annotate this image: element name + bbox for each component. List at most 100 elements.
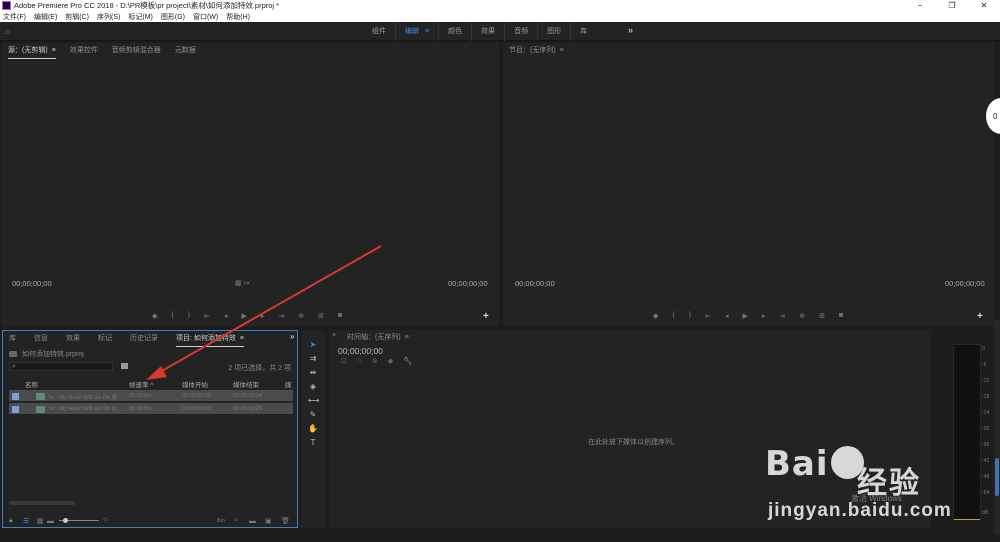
menu-edit[interactable]: 编辑(E) [34, 12, 57, 22]
workspace-editing[interactable]: 编辑 ≡ [395, 22, 438, 41]
new-bin-icon[interactable]: ▬ [249, 518, 256, 525]
sort-icon[interactable]: ⟐ [103, 517, 109, 525]
close-icon[interactable]: × [332, 332, 336, 339]
tab-program[interactable]: 节目：(无序列) ≡ [509, 45, 564, 55]
hand-tool-icon[interactable]: ✋ [308, 424, 318, 434]
tab-timeline[interactable]: 时间轴：(无序列) ≡ [347, 332, 409, 342]
wrench-icon[interactable]: 🔧︎ [403, 357, 412, 365]
lift-icon[interactable]: ⊕ [799, 312, 805, 320]
zoom-slider-handle[interactable] [63, 518, 68, 523]
tab-audio-clip-mixer[interactable]: 音频剪辑混合器 [112, 45, 161, 55]
search-icon[interactable]: ⌕ [234, 517, 238, 525]
menu-icon[interactable]: ≡ [52, 47, 56, 54]
tab-markers[interactable]: 标记 [98, 333, 112, 343]
menu-file[interactable]: 文件(F) [3, 12, 26, 22]
column-media-start[interactable]: 媒体开始 [182, 379, 208, 389]
linked-selection-icon[interactable]: ⊗ [372, 357, 378, 365]
workspace-assembly[interactable]: 组件 [363, 22, 395, 41]
new-item-icon[interactable]: ▣ [265, 517, 272, 525]
workspace-audio[interactable]: 音频 [504, 22, 537, 41]
go-to-in-icon[interactable]: ⇤ [705, 312, 711, 320]
overwrite-icon[interactable]: ⊞ [318, 312, 324, 320]
menu-icon[interactable]: ≡ [560, 47, 564, 54]
menu-marker[interactable]: 标记(M) [128, 12, 153, 22]
menu-clip[interactable]: 剪辑(C) [65, 12, 89, 22]
project-row[interactable]: hc - My Heart Will Go On 原 25.00 fps 00:… [9, 390, 293, 401]
column-frame-rate[interactable]: 帧速率 ^ [129, 379, 153, 389]
right-scrollbar-thumb[interactable] [995, 458, 999, 496]
mark-in-icon[interactable]: { [171, 312, 173, 320]
close-button[interactable]: ✕ [968, 0, 1000, 11]
program-timecode-left[interactable]: 00;00;00;00 [515, 279, 555, 288]
row-label-color[interactable] [12, 393, 19, 400]
slip-tool-icon[interactable]: ⟷ [308, 396, 319, 406]
tab-project[interactable]: 项目: 如何添加特效 ≡ [176, 333, 244, 347]
source-timecode-left[interactable]: 00;00;00;00 [12, 279, 52, 288]
tab-info[interactable]: 信息 [34, 333, 48, 343]
timeline-timecode[interactable]: 00;00;00;00 [338, 346, 383, 356]
marker-icon[interactable]: ◆ [152, 312, 157, 320]
mark-out-icon[interactable]: } [188, 312, 190, 320]
tab-effect-controls[interactable]: 效果控件 [70, 45, 98, 55]
minimize-button[interactable]: − [904, 0, 936, 11]
tab-source[interactable]: 源：(无剪辑) ≡ [8, 45, 56, 59]
extract-icon[interactable]: ⊞ [819, 312, 825, 320]
right-scrollbar[interactable] [994, 320, 1000, 535]
track-select-tool-icon[interactable]: ⇉ [308, 354, 318, 364]
tab-history[interactable]: 历史记录 [130, 333, 158, 343]
workspace-graphics[interactable]: 图形 [537, 22, 570, 41]
play-icon[interactable]: ▶ [241, 312, 246, 320]
go-to-out-icon[interactable]: ⇥ [779, 312, 785, 320]
workspace-libraries[interactable]: 库 [570, 22, 596, 41]
step-forward-icon[interactable]: ▸ [762, 312, 766, 320]
lock-icon[interactable]: 🔒︎ [9, 517, 13, 525]
project-row[interactable]: hc - My Heart Will Go On (p 30.00 fps 00… [9, 403, 293, 414]
razor-tool-icon[interactable]: ◈ [308, 382, 318, 392]
program-add-button[interactable]: + [977, 311, 983, 322]
export-frame-icon[interactable]: ◙ [839, 312, 843, 320]
source-add-button[interactable]: + [483, 311, 489, 322]
home-icon[interactable]: ⌂ [5, 27, 10, 36]
marker-icon[interactable]: ◆ [653, 312, 658, 320]
list-view-icon[interactable]: ☰ [23, 517, 29, 525]
menu-icon[interactable]: ≡ [240, 335, 244, 342]
more-workspaces-icon[interactable]: » [628, 25, 633, 35]
mark-out-icon[interactable]: } [689, 312, 691, 320]
step-back-icon[interactable]: ◂ [725, 312, 729, 320]
menu-icon[interactable]: ≡ [425, 28, 429, 35]
ripple-edit-tool-icon[interactable]: ⇹ [308, 368, 318, 378]
insert-icon[interactable]: ⊕ [298, 312, 304, 320]
more-panels-icon[interactable]: » [290, 332, 294, 341]
workspace-color[interactable]: 颜色 [438, 22, 471, 41]
pen-tool-icon[interactable]: ✎ [308, 410, 318, 420]
step-forward-icon[interactable]: ▸ [261, 312, 265, 320]
nest-icon[interactable]: ⊡ [341, 357, 347, 365]
go-to-out-icon[interactable]: ⇥ [278, 312, 284, 320]
selection-tool-icon[interactable]: ➤ [308, 340, 318, 350]
go-to-in-icon[interactable]: ⇤ [204, 312, 210, 320]
export-frame-icon[interactable]: ◙ [338, 312, 342, 320]
snap-icon[interactable]: ∩ [357, 357, 362, 365]
step-back-icon[interactable]: ◂ [224, 312, 228, 320]
type-tool-icon[interactable]: T [308, 438, 318, 448]
project-search-input[interactable]: ⌕ [9, 362, 113, 371]
menu-window[interactable]: 窗口(W) [193, 12, 218, 22]
play-icon[interactable]: ▶ [742, 312, 747, 320]
maximize-button[interactable]: ❐ [936, 0, 968, 11]
menu-graphics[interactable]: 图形(G) [161, 12, 185, 22]
tab-metadata[interactable]: 元数据 [175, 45, 196, 55]
tab-effects[interactable]: 效果 [66, 333, 80, 343]
freeform-view-icon[interactable]: ▬ [47, 518, 54, 525]
settings-icon[interactable]: ▦ ↦ [235, 279, 249, 287]
menu-sequence[interactable]: 序列(S) [97, 12, 120, 22]
add-marker-icon[interactable]: ◆ [388, 357, 393, 365]
mark-in-icon[interactable]: { [672, 312, 674, 320]
column-media-end[interactable]: 媒体结束 [233, 379, 259, 389]
new-bin-icon[interactable] [121, 363, 128, 369]
column-name[interactable]: 名称 [25, 379, 38, 389]
workspace-effects[interactable]: 效果 [471, 22, 504, 41]
menu-help[interactable]: 帮助(H) [226, 12, 250, 22]
trash-icon[interactable]: 🗑︎ [281, 517, 290, 525]
icon-view-icon[interactable]: ▦ [37, 517, 44, 525]
project-horizontal-scrollbar[interactable] [9, 501, 75, 505]
